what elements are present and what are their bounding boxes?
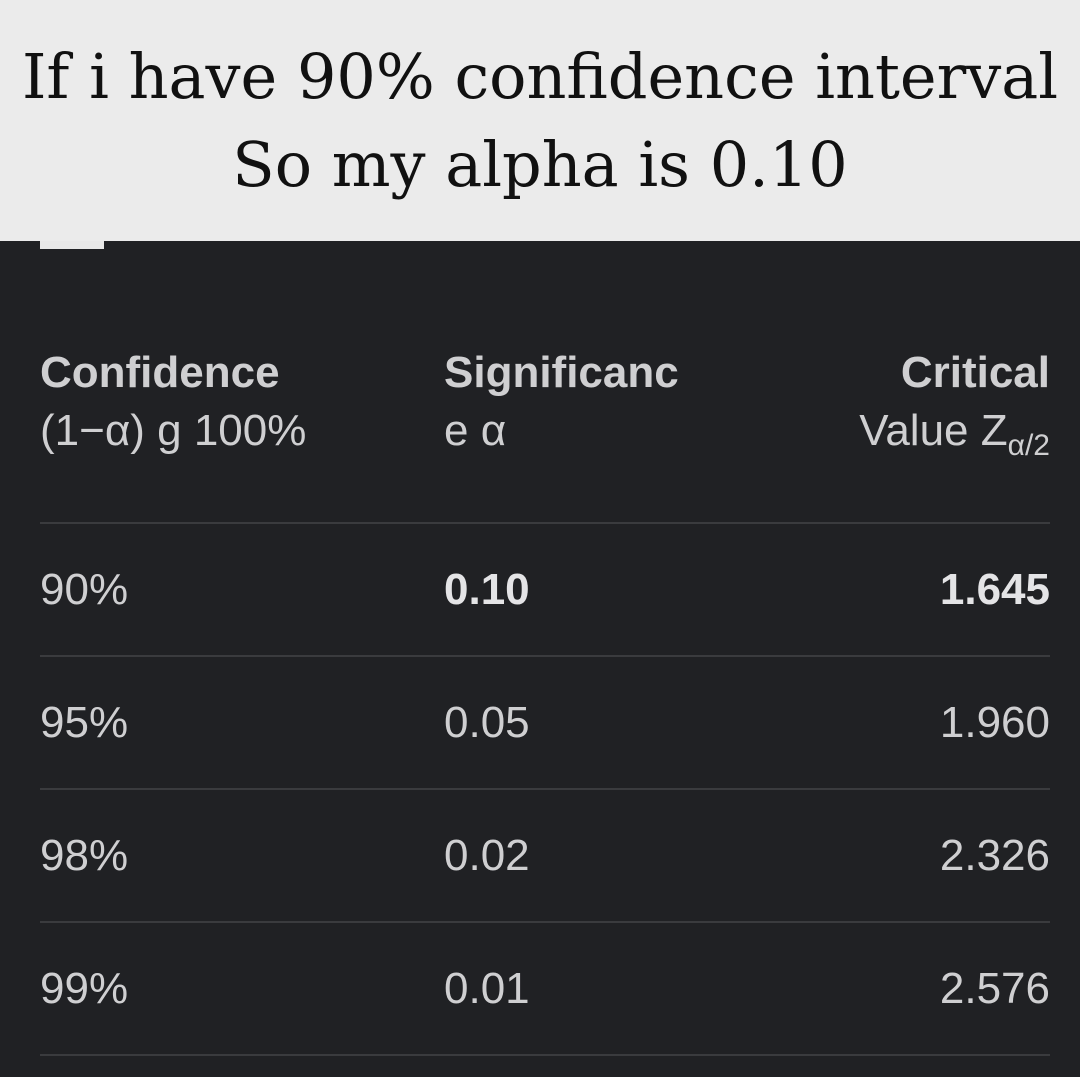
header-critical-line1: Critical: [900, 348, 1050, 397]
cell-critical-value: 1.645: [939, 565, 1050, 614]
cell-significance: 0.02: [444, 831, 530, 880]
cell-critical-value: 2.576: [939, 964, 1050, 1013]
table-row: 98% 0.02 2.326: [40, 790, 1050, 923]
header-critical-line2: Value Zα/2: [730, 402, 1050, 475]
table-row: 90% 0.10 1.645: [40, 524, 1050, 657]
cell-critical-value: 2.326: [939, 831, 1050, 880]
header-confidence-line1: Confidence: [40, 348, 280, 397]
header-critical-subscript: α/2: [1007, 429, 1050, 462]
table-row: 95% 0.05 1.960: [40, 657, 1050, 790]
header-critical-main: Value Z: [859, 406, 1008, 455]
header-significance-line2: e α: [444, 406, 507, 455]
cell-confidence: 98%: [40, 831, 129, 880]
table-header-row: Confidence (1−α) g 100% Significanc e α …: [40, 330, 1050, 524]
header-confidence-line2: (1−α) g 100%: [40, 406, 307, 455]
tab-indicator: [40, 241, 104, 249]
cell-confidence: 99%: [40, 964, 129, 1013]
caption-line-2: So my alpha is 0.10: [232, 127, 848, 201]
cell-confidence: 90%: [40, 565, 129, 614]
cell-critical-value: 1.960: [939, 698, 1050, 747]
header-confidence: Confidence (1−α) g 100%: [40, 344, 400, 460]
header-significance-line1: Significanc: [444, 348, 679, 397]
caption-line-1: If i have 90% confidence interval: [21, 39, 1059, 113]
critical-values-table: Confidence (1−α) g 100% Significanc e α …: [40, 330, 1050, 1056]
table-row: 99% 0.01 2.576: [40, 923, 1050, 1056]
header-significance: Significanc e α: [444, 344, 724, 460]
header-critical-value: Critical Value Zα/2: [730, 344, 1050, 475]
cell-significance: 0.10: [444, 565, 530, 614]
meme-caption: If i have 90% confidence interval So my …: [0, 0, 1080, 241]
cell-significance: 0.01: [444, 964, 530, 1013]
cell-significance: 0.05: [444, 698, 530, 747]
cell-confidence: 95%: [40, 698, 129, 747]
